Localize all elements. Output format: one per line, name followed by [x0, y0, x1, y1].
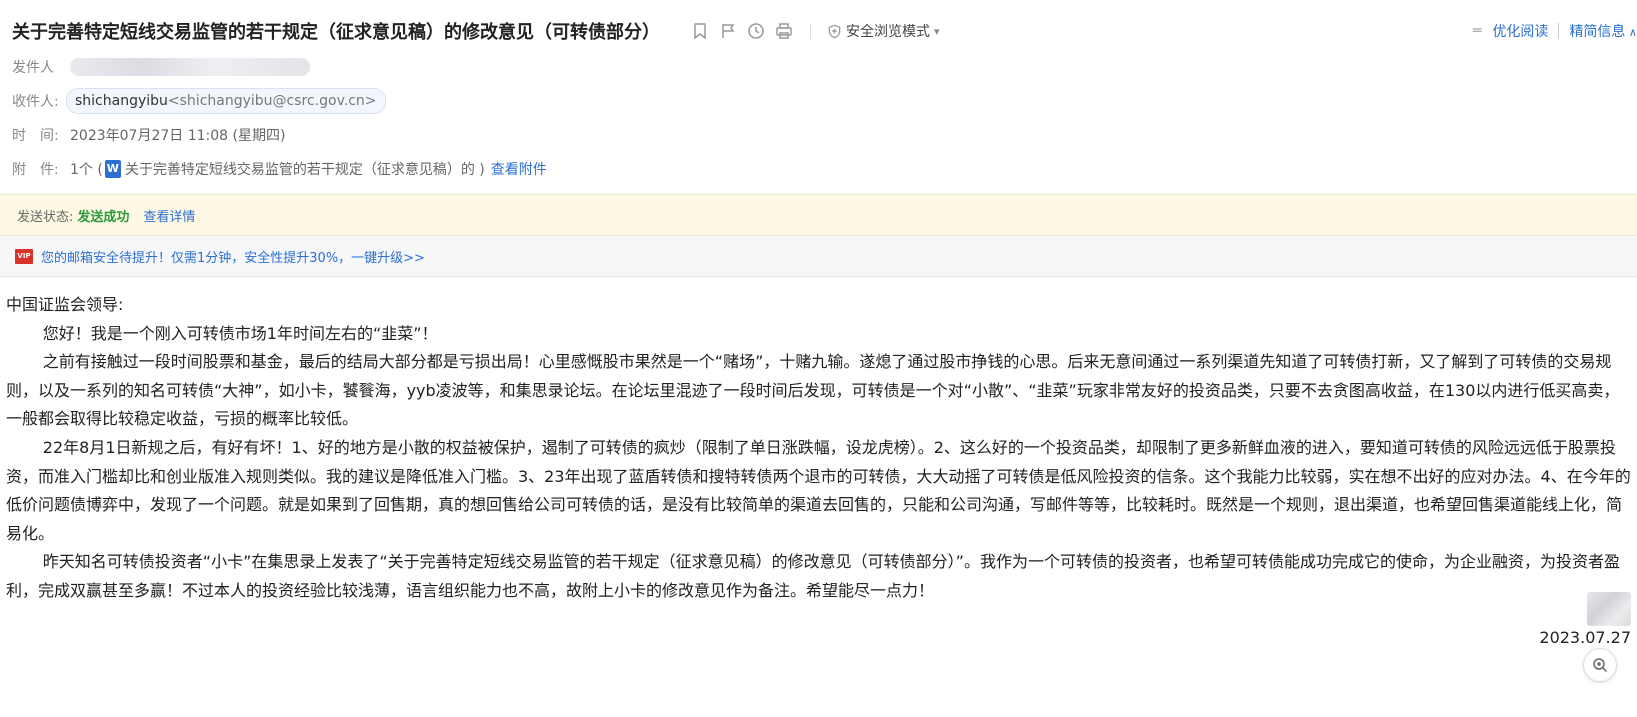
recipient-row: 收件人: shichangyibu <shichangyibu@csrc.gov.… [12, 84, 1625, 118]
shield-icon [828, 24, 841, 38]
paragraph-1: 您好！我是一个刚入可转债市场1年时间左右的“韭菜”！ [42, 323, 438, 343]
more-icon[interactable]: ═ [1473, 23, 1482, 39]
vip-badge-icon: VIP [15, 248, 33, 264]
print-icon[interactable] [774, 21, 794, 41]
view-attachment-link[interactable]: 查看附件 [491, 159, 547, 179]
mail-header: 关于完善特定短线交易监管的若干规定（征求意见稿）的修改意见（可转债部分） 安全浏… [0, 0, 1637, 186]
attachment-count: 1个 ( [70, 162, 103, 178]
signature-date: 2023.07.27 [1539, 628, 1631, 647]
time-row: 时 间: 2023年07月27日 11:08 (星期四) [12, 118, 1625, 152]
clock-icon[interactable] [746, 21, 766, 41]
divider [1558, 23, 1560, 39]
mail-actions: 安全浏览模式 ▾ [690, 21, 940, 41]
attachment-row: 附 件: 1个 ( W 关于完善特定短线交易监管的若干规定（征求意见稿）的 ) … [12, 152, 1625, 186]
optimize-read-link[interactable]: 优化阅读 [1492, 21, 1548, 41]
bookmark-icon[interactable] [690, 21, 710, 41]
send-status-bar: 发送状态: 发送成功 查看详情 [0, 194, 1637, 236]
paragraph-3: 22年8月1日新规之后，有好有坏！1、好的地方是小散的权益被保护，遏制了可转债的… [6, 437, 1631, 543]
attachment-name[interactable]: 关于完善特定短线交易监管的若干规定（征求意见稿）的 ) [125, 159, 485, 179]
mail-body: 中国证监会领导: 您好！我是一个刚入可转债市场1年时间左右的“韭菜”！ 之前有接… [0, 277, 1637, 606]
view-detail-link[interactable]: 查看详情 [143, 206, 195, 225]
send-status-label: 发送状态: [17, 209, 74, 225]
recipient-label: 收件人: [12, 94, 59, 110]
send-status-value: 发送成功 [77, 209, 130, 225]
sender-row: 发件人 [12, 50, 1625, 84]
time-label: 时 间: [12, 128, 59, 144]
sender-redacted [70, 58, 310, 76]
recipient-email: <shichangyibu@csrc.gov.cn> [167, 93, 377, 109]
word-doc-icon: W [104, 160, 121, 178]
recipient-chip[interactable]: shichangyibu <shichangyibu@csrc.gov.cn> [66, 88, 386, 114]
paragraph-2: 之前有接触过一段时间股票和基金，最后的结局大部分都是亏损出局！心里感慨股市果然是… [6, 352, 1620, 429]
paragraph-4: 昨天知名可转债投资者“小卡”在集思录上发表了“关于完善特定短线交易监管的若干规定… [6, 552, 1620, 600]
zoom-in-icon [1593, 658, 1608, 673]
signature-redacted [1587, 592, 1631, 626]
safe-browse-label: 安全浏览模式 [846, 24, 930, 40]
safe-browse-toggle[interactable]: 安全浏览模式 ▾ [827, 21, 940, 41]
compact-info-label: 精简信息 [1569, 24, 1626, 40]
time-value: 2023年07月27日 11:08 (星期四) [70, 128, 286, 144]
vip-upgrade-link[interactable]: 您的邮箱安全待提升！仅需1分钟，安全性提升30%，一键升级>> [41, 247, 425, 266]
vip-security-bar: VIP 您的邮箱安全待提升！仅需1分钟，安全性提升30%，一键升级>> [0, 236, 1637, 277]
flag-icon[interactable] [718, 21, 738, 41]
compact-info-link[interactable]: 精简信息 ∧ [1569, 21, 1637, 41]
chevron-down-icon: ▾ [934, 24, 940, 38]
attachment-label: 附 件: [12, 162, 59, 178]
mail-subject: 关于完善特定短线交易监管的若干规定（征求意见稿）的修改意见（可转债部分） [12, 22, 660, 43]
greeting: 中国证监会领导: [6, 295, 124, 314]
recipient-name: shichangyibu [75, 93, 168, 109]
toolbar-divider [810, 23, 811, 39]
chevron-up-icon: ∧ [1625, 26, 1637, 39]
right-tools: ═ 优化阅读 精简信息 ∧ [1473, 0, 1637, 62]
zoom-in-button[interactable] [1583, 648, 1617, 682]
sender-label: 发件人 [12, 60, 54, 76]
